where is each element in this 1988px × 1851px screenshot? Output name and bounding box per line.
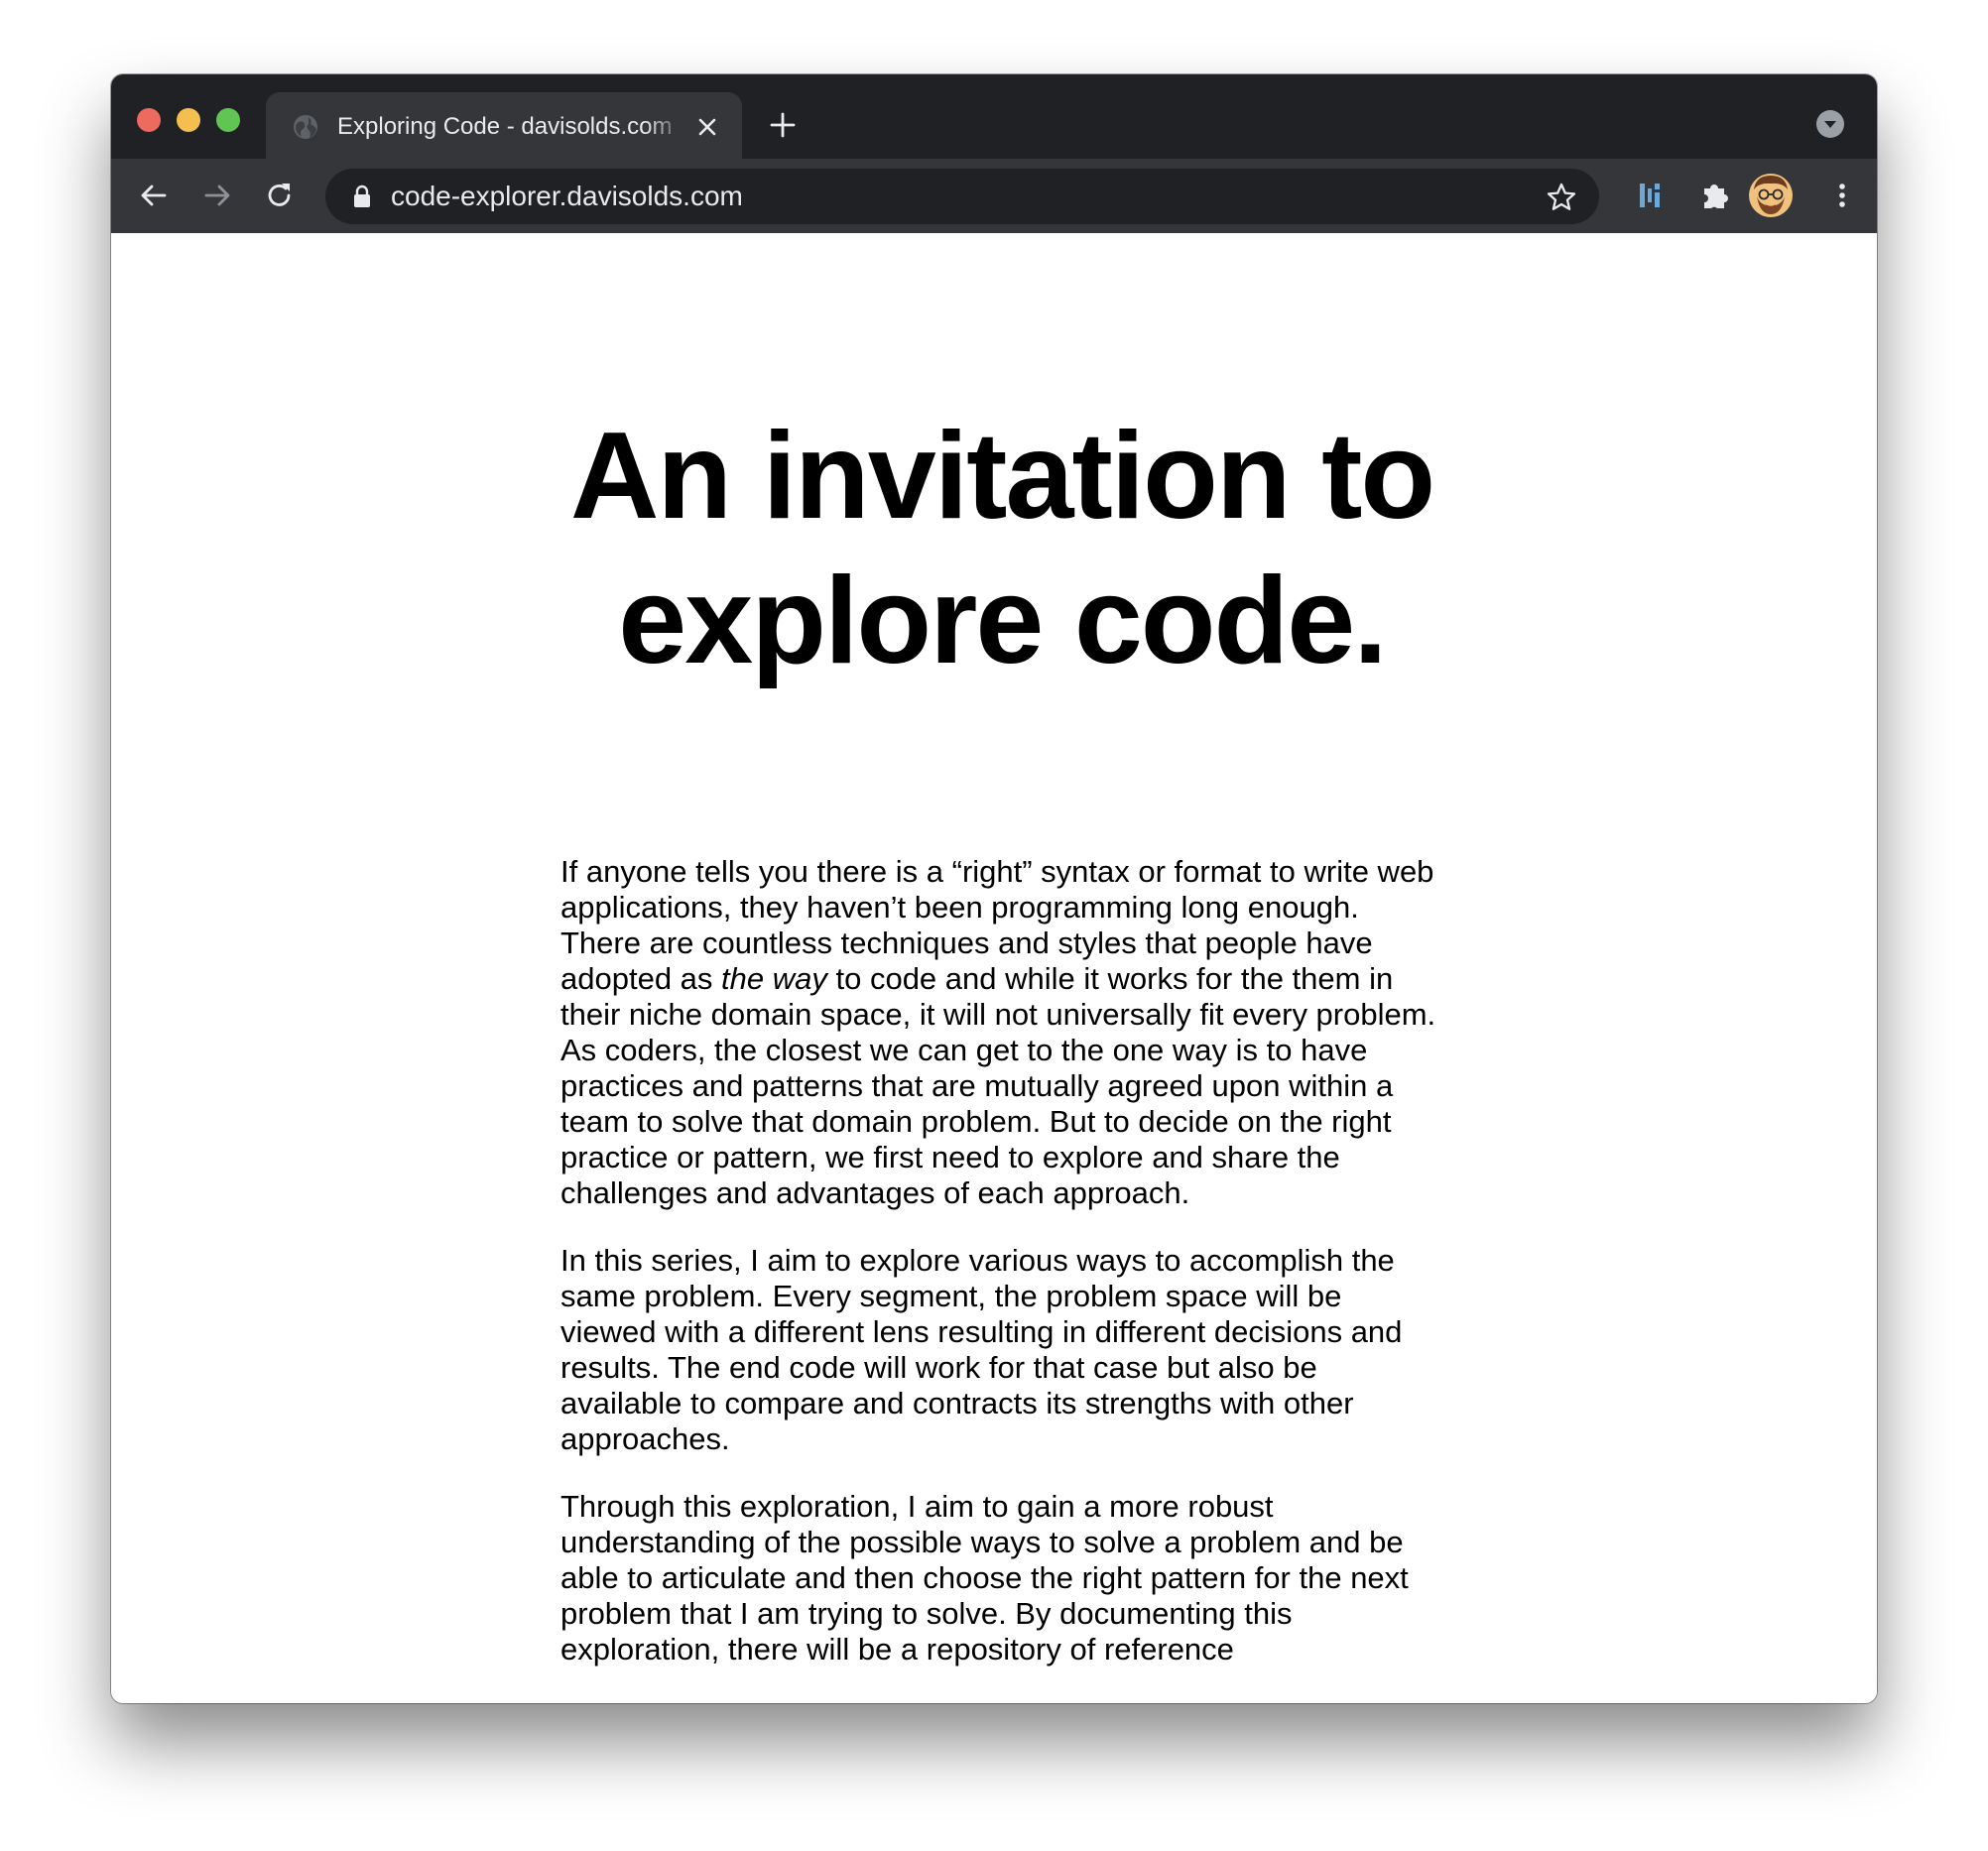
paragraph-intro: If anyone tells you there is a “right” s… bbox=[560, 854, 1443, 1211]
address-bar[interactable]: code-explorer.davisolds.com bbox=[325, 169, 1599, 224]
tab-exploring-code[interactable]: Exploring Code - davisolds.com bbox=[266, 92, 742, 159]
paragraph-series: In this series, I aim to explore various… bbox=[560, 1243, 1403, 1456]
browser-window: Exploring Code - davisolds.com code-expl… bbox=[111, 74, 1877, 1703]
close-window-button[interactable] bbox=[137, 108, 161, 132]
globe-icon bbox=[294, 115, 317, 139]
close-tab-icon[interactable] bbox=[692, 112, 722, 142]
avatar[interactable] bbox=[1748, 173, 1794, 218]
page-headline: An invitation to explore code. bbox=[569, 408, 1435, 689]
star-icon[interactable] bbox=[1546, 182, 1577, 213]
puzzle-icon[interactable] bbox=[1698, 179, 1732, 212]
new-tab-icon[interactable] bbox=[768, 110, 798, 140]
kebab-menu-icon[interactable] bbox=[1825, 179, 1859, 212]
tab-strip: Exploring Code - davisolds.com bbox=[111, 74, 1877, 159]
tab-search-icon[interactable] bbox=[1815, 109, 1845, 139]
page-viewport: An invitation to explore code. If anyone… bbox=[111, 233, 1877, 1703]
dashboard-extension-icon[interactable] bbox=[1635, 179, 1669, 212]
forward-arrow-icon[interactable] bbox=[200, 179, 234, 212]
tab-title: Exploring Code - davisolds.com bbox=[337, 113, 673, 140]
article-body: If anyone tells you there is a “right” s… bbox=[560, 854, 1443, 1699]
back-arrow-icon[interactable] bbox=[137, 179, 171, 212]
lock-icon[interactable] bbox=[351, 184, 373, 209]
minimize-window-button[interactable] bbox=[177, 108, 200, 132]
paragraph-exploration: Through this exploration, I aim to gain … bbox=[560, 1489, 1409, 1666]
paragraph-intro-text-b: to code and while it works for the them … bbox=[560, 961, 1436, 1210]
browser-toolbar: code-explorer.davisolds.com bbox=[111, 159, 1877, 233]
zoom-window-button[interactable] bbox=[216, 108, 240, 132]
url-text: code-explorer.davisolds.com bbox=[391, 181, 743, 211]
emphasis-the-way: the way bbox=[721, 961, 827, 996]
reload-icon[interactable] bbox=[263, 179, 297, 212]
